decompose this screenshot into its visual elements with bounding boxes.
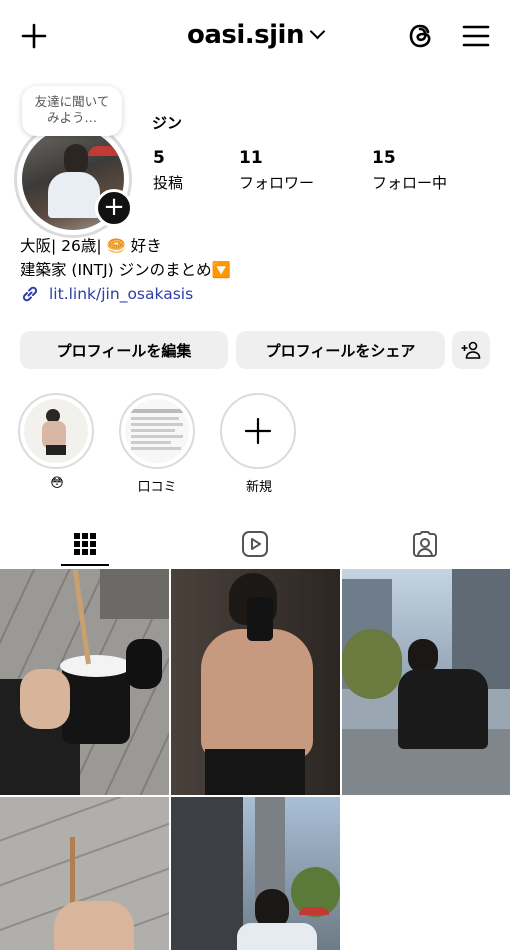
highlight-2[interactable]	[119, 393, 195, 469]
following-label: フォロー中	[372, 174, 448, 192]
tagged-icon	[413, 531, 437, 557]
display-name: ジン	[152, 114, 183, 132]
new-highlight-label: 新規	[245, 480, 272, 495]
tab-posts[interactable]	[0, 522, 170, 566]
highlight-2-label: 口コミ	[137, 480, 177, 495]
plus-icon	[244, 417, 272, 445]
post-thumbnail-4[interactable]	[0, 797, 169, 950]
followers-label: フォロワー	[239, 174, 315, 192]
link-icon	[22, 286, 38, 302]
followers-count[interactable]: 11	[239, 148, 263, 168]
tab-reels[interactable]	[170, 522, 340, 566]
note-bubble[interactable]: 友達に聞いて みよう…	[22, 86, 122, 136]
bio-line-1: 大阪| 26歳| 🥯 好き	[20, 237, 162, 255]
edit-profile-label: プロフィールを編集	[56, 341, 192, 360]
share-profile-label: プロフィールをシェア	[265, 341, 416, 360]
reels-icon	[242, 531, 268, 557]
share-profile-button[interactable]: プロフィールをシェア	[236, 331, 445, 369]
add-person-icon	[461, 341, 481, 359]
threads-button[interactable]	[405, 20, 437, 52]
menu-button[interactable]	[461, 22, 491, 50]
posts-label: 投稿	[153, 174, 184, 192]
chevron-down-icon	[309, 23, 326, 40]
plus-icon: +	[103, 192, 125, 222]
highlight-1[interactable]	[18, 393, 94, 469]
post-thumbnail-5[interactable]	[171, 797, 340, 950]
post-thumbnail-1[interactable]	[0, 569, 169, 795]
grid-icon	[74, 533, 96, 555]
bio-line-2: 建築家 (INTJ) ジンのまとめ🔽	[20, 261, 231, 279]
bio-link-text: lit.link/jin_osakasis	[49, 285, 194, 303]
menu-icon	[462, 25, 490, 47]
following-count[interactable]: 15	[372, 148, 396, 168]
highlight-1-label: 😳	[50, 476, 64, 491]
posts-count[interactable]: 5	[153, 148, 165, 168]
new-highlight-button[interactable]	[220, 393, 296, 469]
post-thumbnail-3[interactable]	[342, 569, 510, 795]
discover-people-button[interactable]	[452, 331, 490, 369]
bio-link[interactable]: lit.link/jin_osakasis	[20, 284, 193, 304]
username-title: oasi.sjin	[187, 20, 304, 50]
active-tab-indicator	[61, 564, 109, 566]
threads-icon	[409, 24, 431, 48]
post-thumbnail-2[interactable]	[171, 569, 340, 795]
add-story-button[interactable]: +	[95, 189, 133, 227]
edit-profile-button[interactable]: プロフィールを編集	[20, 331, 228, 369]
tab-tagged[interactable]	[340, 522, 510, 566]
